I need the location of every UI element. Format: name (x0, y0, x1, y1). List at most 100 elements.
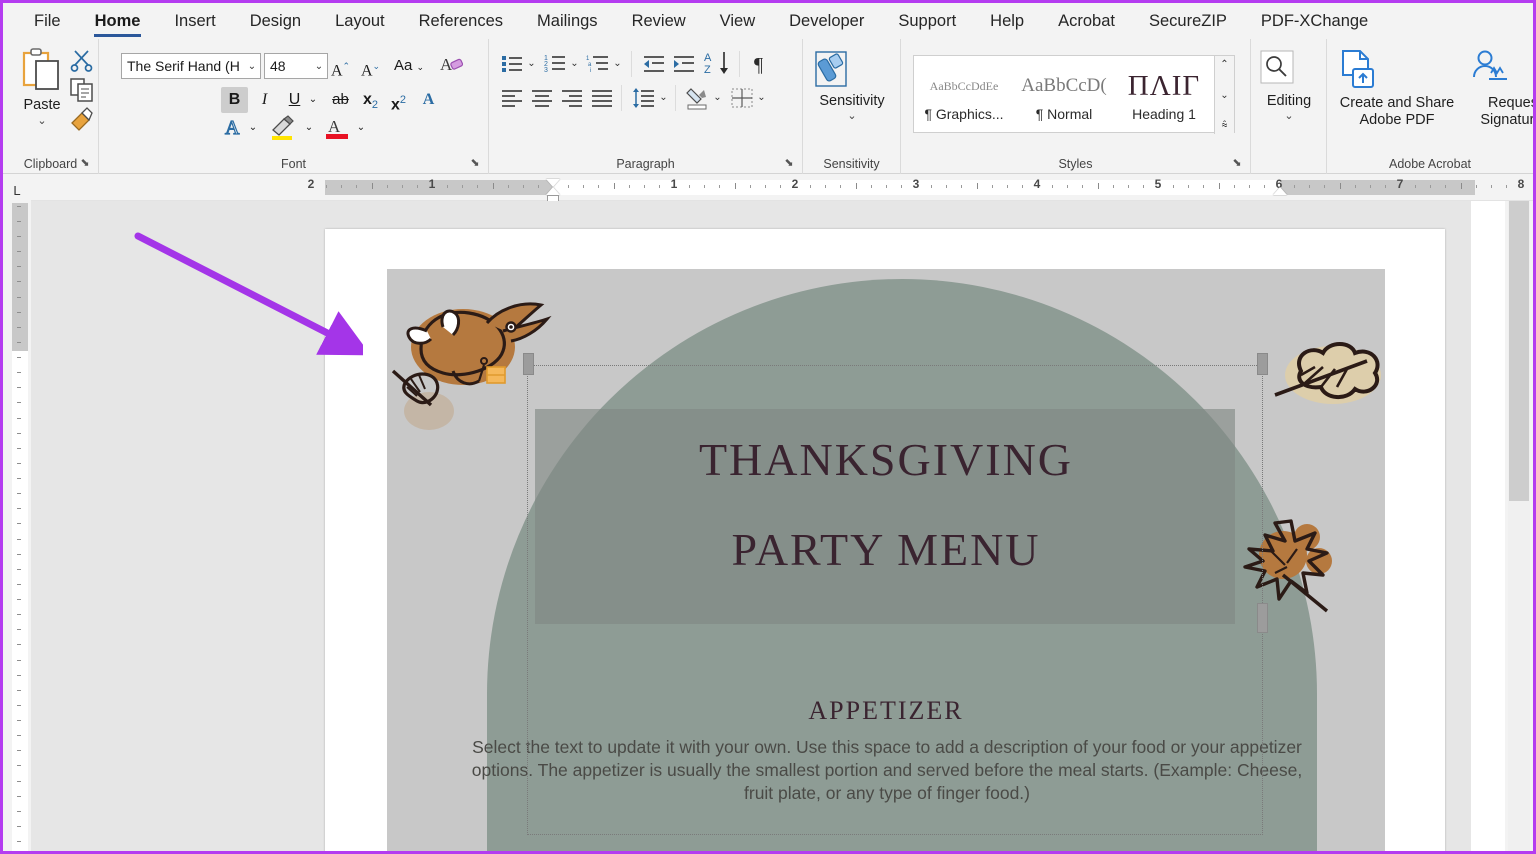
section-body-appetizer[interactable]: Select the text to update it with your o… (467, 736, 1307, 805)
vertical-scrollbar-thumb[interactable] (1509, 201, 1529, 501)
font-color-chevron-down-icon[interactable]: ⌄ (353, 115, 369, 141)
horizontal-ruler[interactable]: 2112345678 (31, 175, 1533, 201)
align-left-icon[interactable] (499, 85, 525, 111)
style-item-heading1[interactable]: ΠΛΙΓ Heading 1 (1114, 56, 1214, 132)
styles-scroll-buttons[interactable]: ⌃ ⌄ ⩯ (1214, 56, 1234, 134)
underline-button[interactable]: U (281, 87, 308, 113)
text-effects-chevron-down-icon[interactable]: ⌄ (245, 115, 261, 141)
ribbon-tab-developer[interactable]: Developer (772, 5, 881, 39)
ribbon-tab-insert[interactable]: Insert (157, 5, 232, 39)
text-effects-button[interactable]: A (415, 87, 442, 113)
strikethrough-button[interactable]: ab (327, 87, 354, 113)
bullets-chevron-down-icon[interactable]: ⌄ (525, 51, 538, 77)
italic-button[interactable]: I (251, 87, 278, 113)
increase-indent-icon[interactable] (671, 51, 697, 77)
ruler-tick (1491, 185, 1492, 188)
styles-dialog-launcher[interactable]: ⬊ (1230, 156, 1244, 170)
tab-stop-selector[interactable]: L (9, 183, 25, 197)
bold-button[interactable]: B (221, 87, 248, 113)
shading-icon[interactable] (685, 85, 711, 111)
numbering-chevron-down-icon[interactable]: ⌄ (568, 51, 581, 77)
styles-scroll-up-icon[interactable]: ⌃ (1220, 59, 1228, 70)
hanging-indent-marker[interactable] (546, 187, 560, 195)
paste-chevron-icon[interactable]: ⌄ (11, 115, 73, 127)
clipboard-dialog-launcher[interactable]: ⬊ (78, 156, 92, 170)
ribbon-tab-view[interactable]: View (703, 5, 772, 39)
text-effects-typography-button[interactable]: A (221, 115, 248, 141)
align-center-icon[interactable] (529, 85, 555, 111)
ribbon-tab-layout[interactable]: Layout (318, 5, 402, 39)
underline-chevron-down-icon[interactable]: ⌄ (305, 87, 321, 113)
ribbon-tab-home[interactable]: Home (78, 5, 158, 39)
format-painter-icon[interactable] (69, 107, 99, 135)
multilevel-list-icon[interactable]: 1 a i (585, 51, 611, 77)
highlight-chevron-down-icon[interactable]: ⌄ (301, 115, 317, 141)
borders-chevron-down-icon[interactable]: ⌄ (755, 85, 768, 111)
textbox-resize-handle-right[interactable] (1257, 353, 1268, 375)
ribbon-tab-file[interactable]: File (17, 5, 78, 39)
numbering-icon[interactable]: 1 2 3 (542, 51, 568, 77)
create-and-share-pdf-button[interactable]: Create and Share Adobe PDF (1333, 47, 1461, 129)
grow-font-button[interactable]: A⌃ (327, 53, 354, 79)
decrease-indent-icon[interactable] (641, 51, 667, 77)
styles-more-icon[interactable]: ⩯ (1222, 120, 1228, 131)
ruler-tick (17, 342, 21, 343)
bullets-icon[interactable] (499, 51, 525, 77)
ribbon-tab-pdf-xchange[interactable]: PDF-XChange (1244, 5, 1385, 39)
editing-button[interactable]: Editing ⌄ (1255, 49, 1323, 122)
font-size-combo[interactable]: 48 ⌄ (264, 53, 328, 79)
vertical-ruler[interactable] (9, 203, 31, 854)
scissors-icon[interactable] (69, 47, 99, 75)
subscript-button[interactable]: x2 (357, 87, 384, 113)
textbox-resize-handle-left[interactable] (523, 353, 534, 375)
ribbon-tab-acrobat[interactable]: Acrobat (1041, 5, 1132, 39)
borders-icon[interactable] (729, 85, 755, 111)
copy-icon[interactable] (69, 77, 99, 105)
paragraph-dialog-launcher[interactable]: ⬊ (782, 156, 796, 170)
textbox-resize-handle-bottom-right[interactable] (1257, 603, 1268, 633)
font-name-combo[interactable]: The Serif Hand (H ⌄ (121, 53, 261, 79)
align-right-icon[interactable] (559, 85, 585, 111)
sensitivity-chevron-down-icon[interactable]: ⌄ (809, 110, 895, 122)
font-name-chevron-down-icon[interactable]: ⌄ (244, 61, 260, 72)
ribbon-tab-help[interactable]: Help (973, 5, 1041, 39)
sensitivity-button[interactable]: Sensitivity ⌄ (809, 47, 895, 122)
superscript-button[interactable]: x2 (385, 87, 412, 113)
change-case-button[interactable]: Aa ⌄ (389, 53, 429, 79)
shrink-font-button[interactable]: A⌄ (357, 53, 384, 79)
right-indent-marker[interactable] (1273, 187, 1287, 195)
line-spacing-icon[interactable] (631, 85, 657, 111)
menu-title-line1[interactable]: THANKSGIVING (387, 437, 1385, 483)
highlight-button[interactable] (267, 115, 301, 141)
ribbon-tab-design[interactable]: Design (233, 5, 318, 39)
style-item-normal[interactable]: AaBbCcD( ¶ Normal (1014, 56, 1114, 132)
justify-icon[interactable] (589, 85, 615, 111)
shading-chevron-down-icon[interactable]: ⌄ (711, 85, 724, 111)
editing-chevron-down-icon[interactable]: ⌄ (1255, 110, 1323, 122)
font-dialog-launcher[interactable]: ⬊ (468, 156, 482, 170)
style-item-graphics[interactable]: AaBbCcDdEe ¶ Graphics... (914, 56, 1014, 132)
font-color-button[interactable]: A (323, 115, 353, 141)
sort-icon[interactable]: A Z (703, 49, 733, 75)
ribbon-tab-mailings[interactable]: Mailings (520, 5, 615, 39)
vertical-scrollbar[interactable] (1508, 201, 1530, 854)
line-spacing-chevron-down-icon[interactable]: ⌄ (657, 85, 670, 111)
paste-button[interactable]: Paste ⌄ (11, 45, 73, 157)
ribbon-tab-references[interactable]: References (402, 5, 520, 39)
ruler-tick (17, 629, 21, 630)
ruler-tick (1430, 185, 1431, 188)
multilevel-chevron-down-icon[interactable]: ⌄ (611, 51, 624, 77)
ribbon-tab-support[interactable]: Support (881, 5, 973, 39)
font-size-chevron-down-icon[interactable]: ⌄ (311, 61, 327, 72)
clear-formatting-button[interactable]: A (439, 53, 466, 79)
ribbon-tab-securezip[interactable]: SecureZIP (1132, 5, 1244, 39)
svg-text:A: A (328, 117, 341, 136)
styles-scroll-down-icon[interactable]: ⌄ (1220, 90, 1228, 101)
pilcrow-icon[interactable]: ¶ (749, 49, 775, 75)
section-heading-appetizer[interactable]: APPETIZER (387, 696, 1385, 726)
menu-title-line2[interactable]: PARTY MENU (387, 527, 1385, 573)
ribbon-tab-review[interactable]: Review (615, 5, 703, 39)
request-signatures-button[interactable]: Request Signatures (1467, 47, 1536, 129)
document-page[interactable]: THANKSGIVING PARTY MENU APPETIZER Select… (325, 229, 1445, 854)
first-line-indent-marker[interactable] (546, 179, 560, 187)
